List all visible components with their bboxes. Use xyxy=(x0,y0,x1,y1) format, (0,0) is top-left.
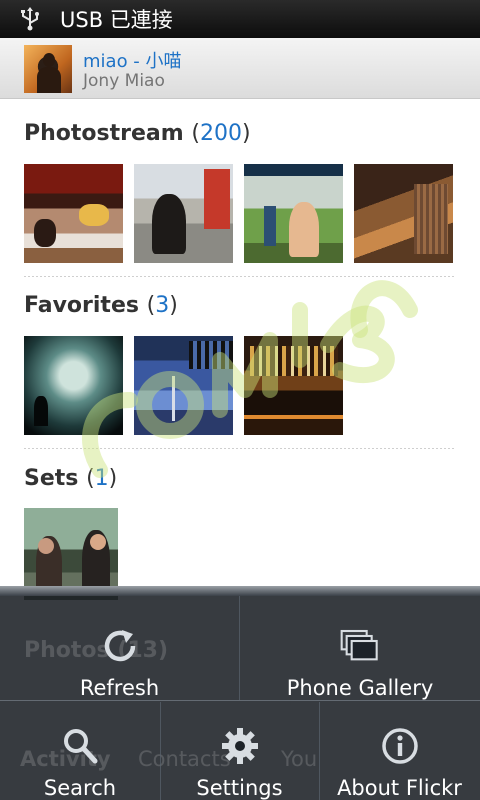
profile-header[interactable]: miao - 小喵 Jony Miao xyxy=(0,38,480,99)
favorite-thumb[interactable] xyxy=(244,336,343,435)
avatar xyxy=(24,45,72,93)
photostream-thumb[interactable] xyxy=(134,164,233,263)
gallery-icon xyxy=(340,626,380,666)
about-menu-item[interactable]: About Flickr xyxy=(319,704,480,800)
phone-gallery-menu-item[interactable]: Phone Gallery xyxy=(240,600,480,700)
section-divider xyxy=(24,276,456,277)
refresh-menu-item[interactable]: Refresh xyxy=(0,600,239,700)
status-text: USB 已連接 xyxy=(60,8,173,32)
gear-icon xyxy=(220,726,260,766)
photostream-thumb[interactable] xyxy=(354,164,453,263)
sets-count: 1 xyxy=(94,466,109,491)
profile-name[interactable]: miao - 小喵 xyxy=(83,47,182,73)
profile-username: Jony Miao xyxy=(83,71,165,91)
photostream-count: 200 xyxy=(199,121,242,146)
favorite-thumb[interactable] xyxy=(24,336,123,435)
favorites-count: 3 xyxy=(155,293,170,318)
section-sets-title[interactable]: Sets (1) xyxy=(24,466,117,491)
photostream-thumb[interactable] xyxy=(24,164,123,263)
section-divider xyxy=(24,448,456,449)
search-menu-item[interactable]: Search xyxy=(0,704,160,800)
section-favorites-title[interactable]: Favorites (3) xyxy=(24,293,178,318)
search-icon xyxy=(60,726,100,766)
favorite-thumb[interactable] xyxy=(134,336,233,435)
settings-menu-item[interactable]: Settings xyxy=(160,704,319,800)
status-bar: USB 已連接 xyxy=(0,0,480,38)
menu-top-edge xyxy=(0,586,480,596)
info-icon xyxy=(380,726,420,766)
usb-icon xyxy=(0,0,60,38)
section-photostream-title[interactable]: Photostream (200) xyxy=(24,121,251,146)
photostream-thumb[interactable] xyxy=(244,164,343,263)
refresh-icon xyxy=(100,626,140,666)
menu-separator xyxy=(0,700,480,701)
